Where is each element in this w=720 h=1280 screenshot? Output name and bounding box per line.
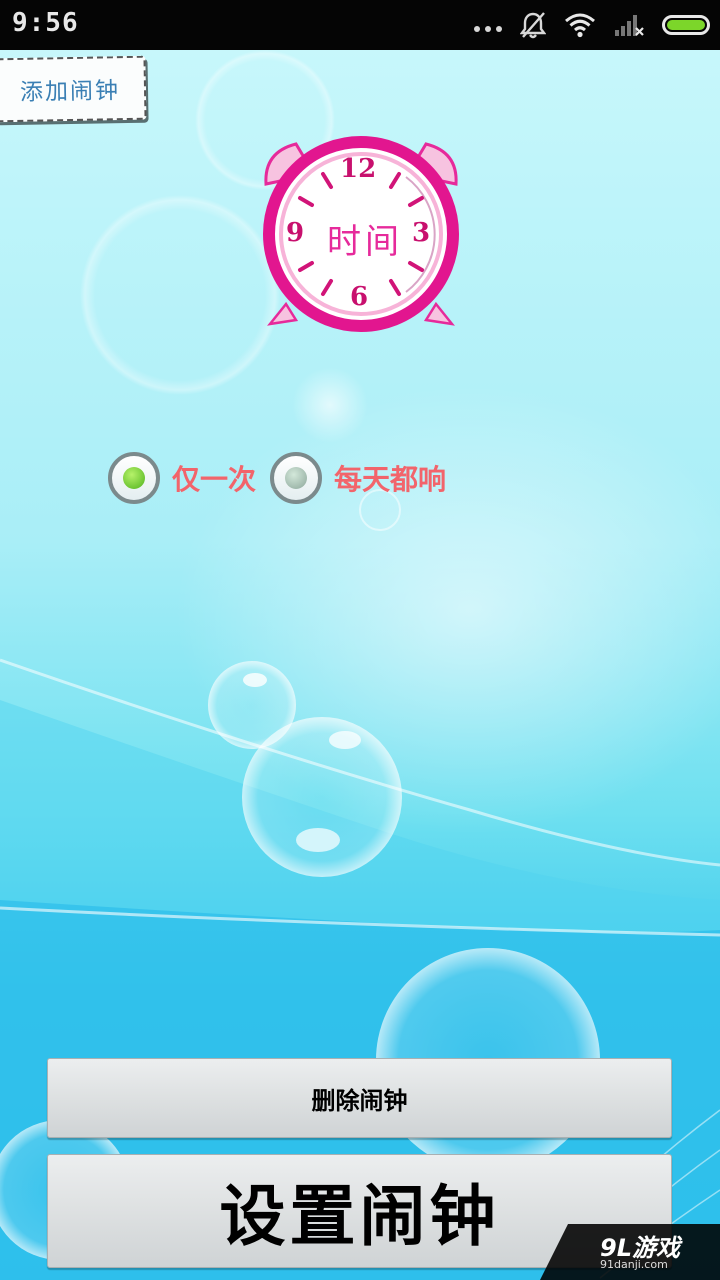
set-alarm-label: 设置闹钟 xyxy=(219,1178,500,1255)
add-alarm-button[interactable]: 添加闹钟 xyxy=(0,55,147,123)
delete-alarm-button[interactable]: 删除闹钟 xyxy=(47,1058,672,1138)
radio-once-label: 仅一次 xyxy=(172,463,257,496)
alarm-off-icon xyxy=(520,12,546,39)
watermark-domain: 91danji.com xyxy=(600,1258,668,1271)
more-dots-icon xyxy=(474,18,502,32)
status-icons xyxy=(474,8,710,42)
radio-daily[interactable]: 每天都响 xyxy=(270,452,446,504)
add-alarm-label: 添加闹钟 xyxy=(19,78,121,106)
radio-selected-dot xyxy=(123,467,145,489)
battery-icon xyxy=(662,15,710,35)
alarm-clock-time-picker[interactable]: 12 3 6 9 时间 xyxy=(256,132,466,332)
battery-level xyxy=(667,20,705,30)
radio-once-circle[interactable] xyxy=(108,452,160,504)
delete-alarm-label: 删除闹钟 xyxy=(311,1086,408,1115)
radio-daily-label: 每天都响 xyxy=(334,463,447,496)
status-time: 9:56 xyxy=(12,8,79,38)
clock-number-6: 6 xyxy=(350,282,369,312)
clock-number-12: 12 xyxy=(340,154,377,184)
wifi-icon xyxy=(565,13,595,38)
repeat-options: 仅一次 每天都响 xyxy=(108,452,446,504)
radio-daily-circle[interactable] xyxy=(270,452,323,504)
clock-time-label: 时间 xyxy=(327,222,403,262)
status-bar: 9:56 xyxy=(0,0,720,50)
watermark: 9L游戏 91danji.com xyxy=(540,1224,720,1280)
signal-no-sim-icon xyxy=(615,15,644,36)
radio-once[interactable]: 仅一次 xyxy=(108,452,256,504)
radio-unselected-dot xyxy=(285,467,308,489)
